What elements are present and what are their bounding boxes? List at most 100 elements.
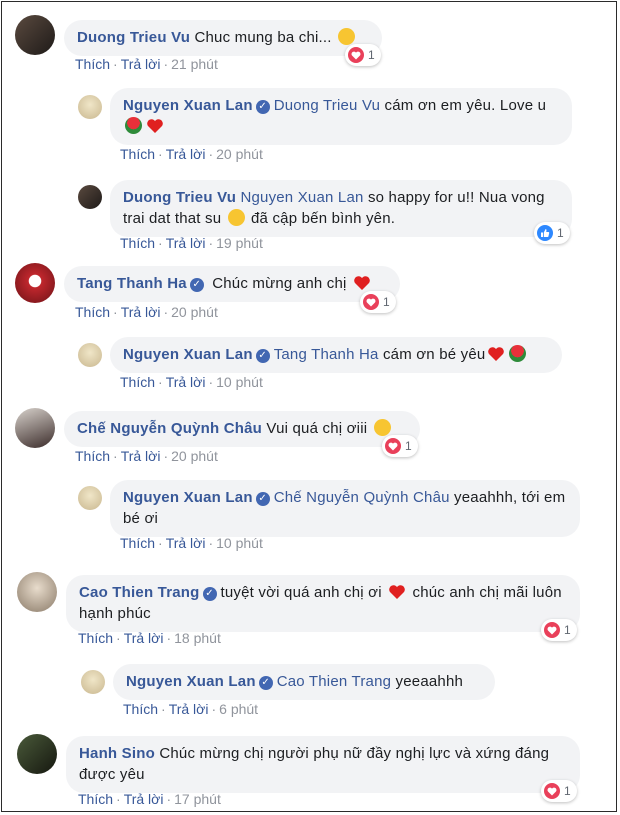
comment-text: tuyệt vời quá anh chị ơi (220, 584, 382, 601)
avatar[interactable] (81, 670, 105, 694)
comment-time[interactable]: 17 phút (174, 791, 221, 807)
reply-link[interactable]: Trả lời (166, 235, 206, 251)
author-name[interactable]: Cao Thien Trang (79, 584, 200, 601)
comment-time[interactable]: 20 phút (171, 304, 218, 320)
mention-link[interactable]: Chế Nguyễn Quỳnh Châu (274, 489, 450, 506)
like-link[interactable]: Thích (120, 374, 155, 390)
like-link[interactable]: Thích (75, 56, 110, 72)
mention-link[interactable]: Cao Thien Trang (277, 673, 391, 690)
comment-time[interactable]: 10 phút (216, 535, 263, 551)
mention-link[interactable]: Tang Thanh Ha (274, 346, 379, 363)
comment-actions: Thích · Trả lời · 18 phút (78, 630, 221, 646)
author-name[interactable]: Hanh Sino (79, 745, 155, 762)
avatar[interactable] (15, 263, 55, 303)
like-link[interactable]: Thích (75, 448, 110, 464)
rose-emoji-icon (509, 345, 527, 362)
reaction-count[interactable]: 1 (541, 619, 577, 641)
reaction-count-value: 1 (564, 623, 571, 637)
reaction-count[interactable]: 1 (541, 780, 577, 802)
like-link[interactable]: Thích (120, 235, 155, 251)
reply-link[interactable]: Trả lời (166, 374, 206, 390)
avatar[interactable] (78, 185, 102, 209)
comment-time[interactable]: 20 phút (216, 146, 263, 162)
avatar[interactable] (78, 95, 102, 119)
comment-bubble: Nguyen Xuan Lan ✓ Chế Nguyễn Quỳnh Châu ye… (110, 480, 580, 537)
author-name[interactable]: Nguyen Xuan Lan (123, 489, 253, 506)
comment-bubble: Chế Nguyễn Quỳnh Châu Vui quá chị ơiii (64, 411, 420, 447)
avatar[interactable] (78, 486, 102, 510)
comment-actions: Thích · Trả lời · 19 phút (120, 235, 263, 251)
reaction-count[interactable]: 1 (534, 222, 570, 244)
author-name[interactable]: Nguyen Xuan Lan (123, 97, 253, 114)
winking-kiss-emoji-icon (338, 28, 356, 45)
heart-reaction-icon (544, 622, 560, 638)
red-heart-emoji-icon (146, 118, 164, 134)
comment-time[interactable]: 21 phút (171, 56, 218, 72)
red-heart-emoji-icon (353, 275, 371, 291)
reaction-count-value: 1 (368, 48, 375, 62)
comment-bubble: Cao Thien Trang ✓ tuyệt vời quá anh chị ơi… (66, 575, 580, 632)
reaction-count[interactable]: 1 (382, 435, 418, 457)
like-link[interactable]: Thích (78, 630, 113, 646)
comment-actions: Thích · Trả lời · 17 phút (78, 791, 221, 807)
like-link[interactable]: Thích (120, 146, 155, 162)
comment-actions: Thích · Trả lời · 20 phút (75, 304, 218, 320)
red-heart-emoji-icon (487, 346, 505, 362)
avatar[interactable] (17, 734, 57, 774)
reaction-count[interactable]: 1 (345, 44, 381, 66)
like-link[interactable]: Thích (123, 701, 158, 717)
comment-text: Chuc mung ba chi... (194, 29, 332, 46)
comment-time[interactable]: 20 phút (171, 448, 218, 464)
reply-link[interactable]: Trả lời (121, 448, 161, 464)
heart-reaction-icon (363, 294, 379, 310)
comment-text: Vui quá chị ơiii (266, 420, 368, 437)
laughing-tears-emoji-icon (227, 209, 245, 226)
avatar[interactable] (78, 343, 102, 367)
comment-bubble: Nguyen Xuan Lan ✓ Tang Thanh Ha cám ơn bé … (110, 337, 562, 373)
comment-time[interactable]: 19 phút (216, 235, 263, 251)
avatar[interactable] (15, 15, 55, 55)
author-name[interactable]: Duong Trieu Vu (123, 189, 236, 206)
reaction-count-value: 1 (405, 439, 412, 453)
author-name[interactable]: Nguyen Xuan Lan (126, 673, 256, 690)
reply-link[interactable]: Trả lời (124, 791, 164, 807)
author-name[interactable]: Duong Trieu Vu (77, 29, 190, 46)
heart-eyes-emoji-icon (373, 419, 391, 436)
author-name[interactable]: Nguyen Xuan Lan (123, 346, 253, 363)
reply-link[interactable]: Trả lời (124, 630, 164, 646)
mention-link[interactable]: Duong Trieu Vu (274, 97, 380, 114)
comment-bubble: Duong Trieu Vu Nguyen Xuan Lan so happy … (110, 180, 572, 237)
comment-bubble: Nguyen Xuan Lan ✓ Duong Trieu Vu cám ơn em… (110, 88, 572, 145)
reply-link[interactable]: Trả lời (166, 146, 206, 162)
comment-text: cám ơn em yêu. Love u (384, 97, 547, 114)
comment-text: yeeaahhh (395, 673, 464, 690)
avatar[interactable] (15, 408, 55, 448)
like-link[interactable]: Thích (75, 304, 110, 320)
author-name[interactable]: Chế Nguyễn Quỳnh Châu (77, 420, 262, 437)
comment-actions: Thích · Trả lời · 10 phút (120, 535, 263, 551)
reply-link[interactable]: Trả lời (166, 535, 206, 551)
reaction-count[interactable]: 1 (360, 291, 396, 313)
reply-link[interactable]: Trả lời (169, 701, 209, 717)
comment-time[interactable]: 18 phút (174, 630, 221, 646)
mention-link[interactable]: Nguyen Xuan Lan (240, 189, 363, 206)
like-link[interactable]: Thích (120, 535, 155, 551)
comment-bubble: Hanh Sino Chúc mừng chị người phụ nữ đầy… (66, 736, 580, 793)
comment-actions: Thích · Trả lời · 21 phút (75, 56, 218, 72)
comment-actions: Thích · Trả lời · 6 phút (123, 701, 259, 717)
comment-actions: Thích · Trả lời · 10 phút (120, 374, 263, 390)
avatar[interactable] (17, 572, 57, 612)
comment-thread: Duong Trieu Vu Chuc mung ba chi... 1 Thí… (1, 1, 617, 812)
author-name[interactable]: Tang Thanh Ha (77, 275, 187, 292)
reply-link[interactable]: Trả lời (121, 56, 161, 72)
rose-emoji-icon (125, 117, 142, 134)
comment-time[interactable]: 6 phút (219, 701, 258, 717)
reaction-count-value: 1 (564, 784, 571, 798)
heart-reaction-icon (544, 783, 560, 799)
comment-actions: Thích · Trả lời · 20 phút (120, 146, 263, 162)
like-link[interactable]: Thích (78, 791, 113, 807)
red-heart-emoji-icon (388, 584, 406, 600)
comment-time[interactable]: 10 phút (216, 374, 263, 390)
reply-link[interactable]: Trả lời (121, 304, 161, 320)
comment-text: cám ơn bé yêu (382, 346, 486, 363)
